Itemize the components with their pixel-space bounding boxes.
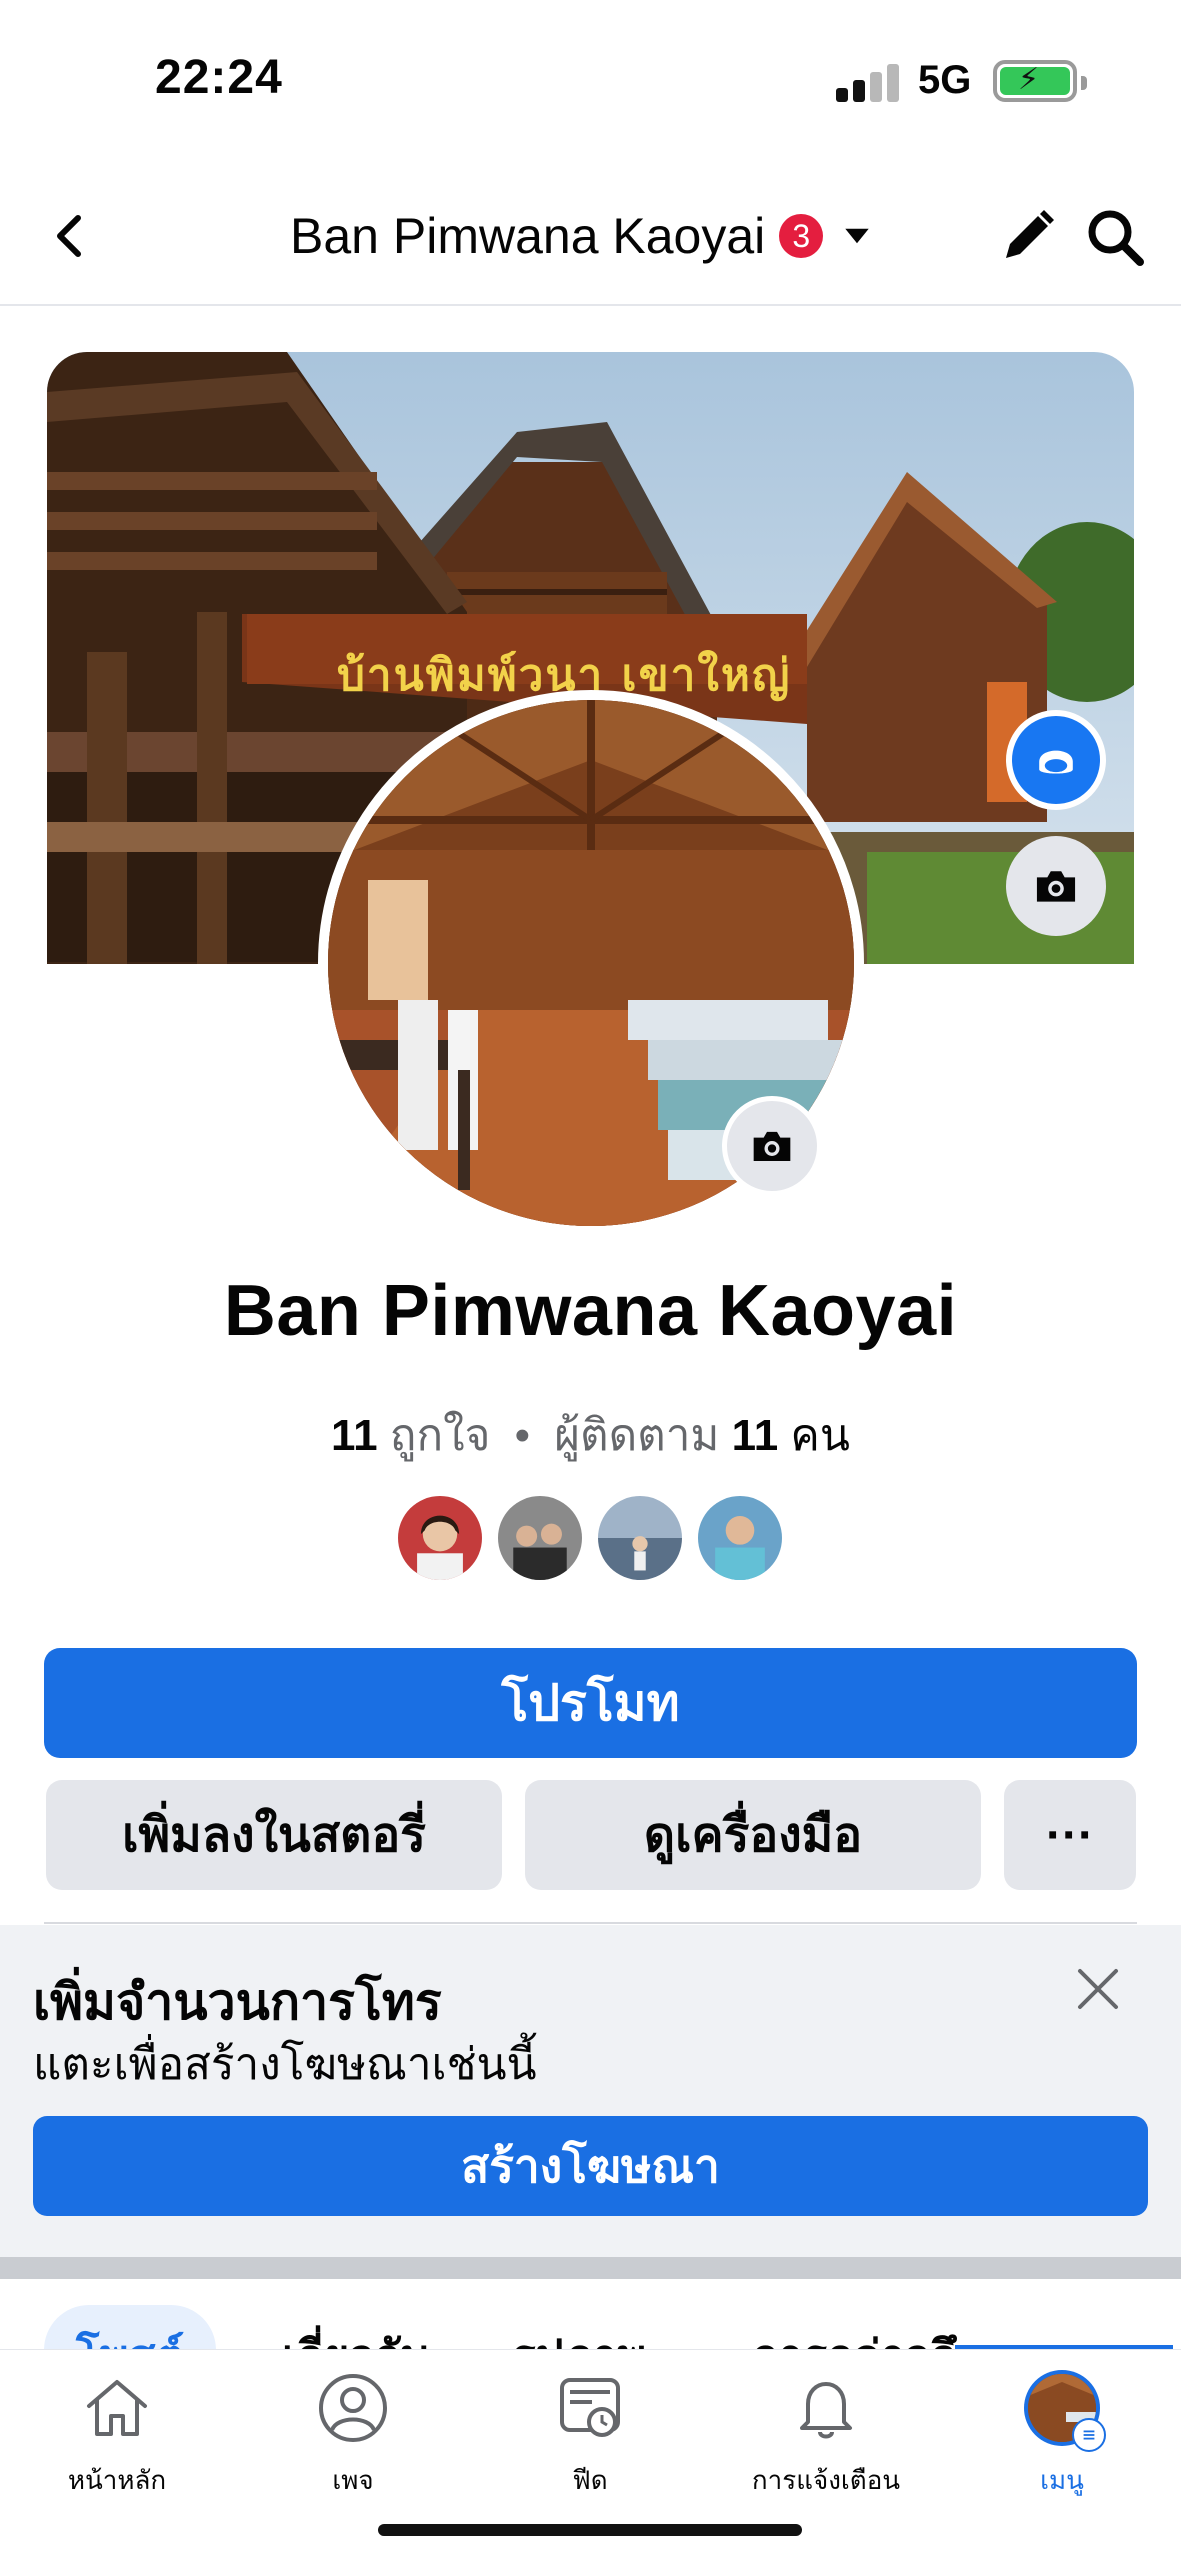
nav-notifications-label: การแจ้งเตือน <box>751 2465 901 2495</box>
signal-icon <box>836 62 900 102</box>
nav-menu[interactable]: เมนู <box>962 2370 1162 2510</box>
nav-home[interactable]: หน้าหลัก <box>17 2370 217 2510</box>
chevron-left-icon <box>57 215 81 257</box>
page-header: Ban Pimwana Kaoyai 3 <box>0 170 1181 306</box>
bell-icon <box>800 2382 852 2439</box>
page-name: Ban Pimwana Kaoyai <box>223 1271 958 1351</box>
followers-count: 11 <box>731 1411 779 1460</box>
back-button[interactable] <box>40 206 100 266</box>
stats-separator: • <box>514 1411 530 1460</box>
cover-camera-button[interactable] <box>1006 836 1106 936</box>
avatar[interactable] <box>596 1494 684 1582</box>
section-separator <box>0 2257 1181 2279</box>
status-bar: 22:24 5G ⚡ <box>0 0 1181 160</box>
pencil-icon <box>1006 210 1054 258</box>
header-title: Ban Pimwana Kaoyai <box>290 208 766 264</box>
ad-suggestion-card: เพิ่มจำนวนการโทร แตะเพื่อสร้างโฆษณาเช่นน… <box>0 1925 1181 2257</box>
nav-page-label: เพจ <box>332 2465 374 2495</box>
notification-badge: 3 <box>779 214 824 258</box>
add-to-story-button[interactable]: เพิ่มลงในสตอรี่ <box>46 1780 502 1890</box>
home-icon <box>87 2380 147 2436</box>
nav-home-label: หน้าหลัก <box>67 2465 167 2495</box>
tab-photos[interactable]: รูปภาพ <box>480 2305 678 2349</box>
camera-icon <box>1036 871 1076 902</box>
view-tools-button[interactable]: ดูเครื่องมือ <box>525 1780 981 1890</box>
tab-about[interactable]: เกี่ยวกับ <box>250 2305 461 2349</box>
profile-icon <box>319 2374 387 2442</box>
nav-feed-label: ฟีด <box>572 2465 608 2495</box>
close-icon <box>1078 1969 1118 2009</box>
search-icon <box>1088 210 1144 266</box>
promote-button[interactable]: โปรโมท <box>44 1648 1137 1758</box>
battery-icon: ⚡ <box>993 60 1087 102</box>
avatar[interactable] <box>396 1494 484 1582</box>
status-time: 22:24 <box>155 51 283 104</box>
page-switcher[interactable]: Ban Pimwana Kaoyai 3 <box>290 204 877 268</box>
avatar[interactable] <box>696 1494 784 1582</box>
tab-mentions[interactable]: การกล่าวถึง <box>720 2305 1010 2349</box>
avatar-face-icon <box>1039 750 1073 774</box>
tab-posts[interactable]: โพสต์ <box>44 2305 217 2349</box>
nav-feed[interactable]: ฟีด <box>490 2370 690 2510</box>
avatar-shortcut-button[interactable] <box>1006 710 1106 810</box>
camera-icon <box>753 1131 791 1161</box>
feed-icon <box>560 2378 620 2437</box>
edit-button[interactable] <box>996 206 1058 268</box>
divider <box>44 1922 1137 1924</box>
hamburger-icon <box>1072 2418 1106 2452</box>
menu-avatar-icon <box>1024 2370 1106 2452</box>
nav-notifications[interactable]: การแจ้งเตือน <box>726 2370 926 2510</box>
charging-bolt-icon: ⚡ <box>1018 63 1040 96</box>
friend-avatars[interactable] <box>396 1494 784 1582</box>
page-stats: 11 ถูกใจ • ผู้ติดตาม 11 คน <box>0 1400 1181 1470</box>
more-button[interactable]: ··· <box>1004 1780 1136 1890</box>
ad-subtitle: แตะเพื่อสร้างโฆษณาเช่นนี้ <box>33 2040 537 2089</box>
avatar[interactable] <box>496 1494 584 1582</box>
close-button[interactable] <box>1068 1959 1128 2019</box>
nav-page[interactable]: เพจ <box>253 2370 453 2510</box>
profile-tabs: โพสต์ เกี่ยวกับ รูปภาพ การกล่าวถึง <box>0 2279 1181 2349</box>
profile-camera-button[interactable] <box>722 1096 822 1196</box>
network-label: 5G <box>918 58 972 102</box>
search-button[interactable] <box>1084 206 1146 268</box>
nav-menu-label: เมนู <box>1040 2465 1084 2495</box>
followers-unit: คน <box>790 1411 850 1460</box>
likes-count: 11 <box>331 1411 378 1460</box>
home-indicator[interactable] <box>378 2524 802 2536</box>
followers-label: ผู้ติดตาม <box>554 1411 720 1460</box>
likes-label: ถูกใจ <box>389 1411 491 1460</box>
caret-down-icon <box>837 216 877 256</box>
create-ad-button[interactable]: สร้างโฆษณา <box>33 2116 1148 2216</box>
